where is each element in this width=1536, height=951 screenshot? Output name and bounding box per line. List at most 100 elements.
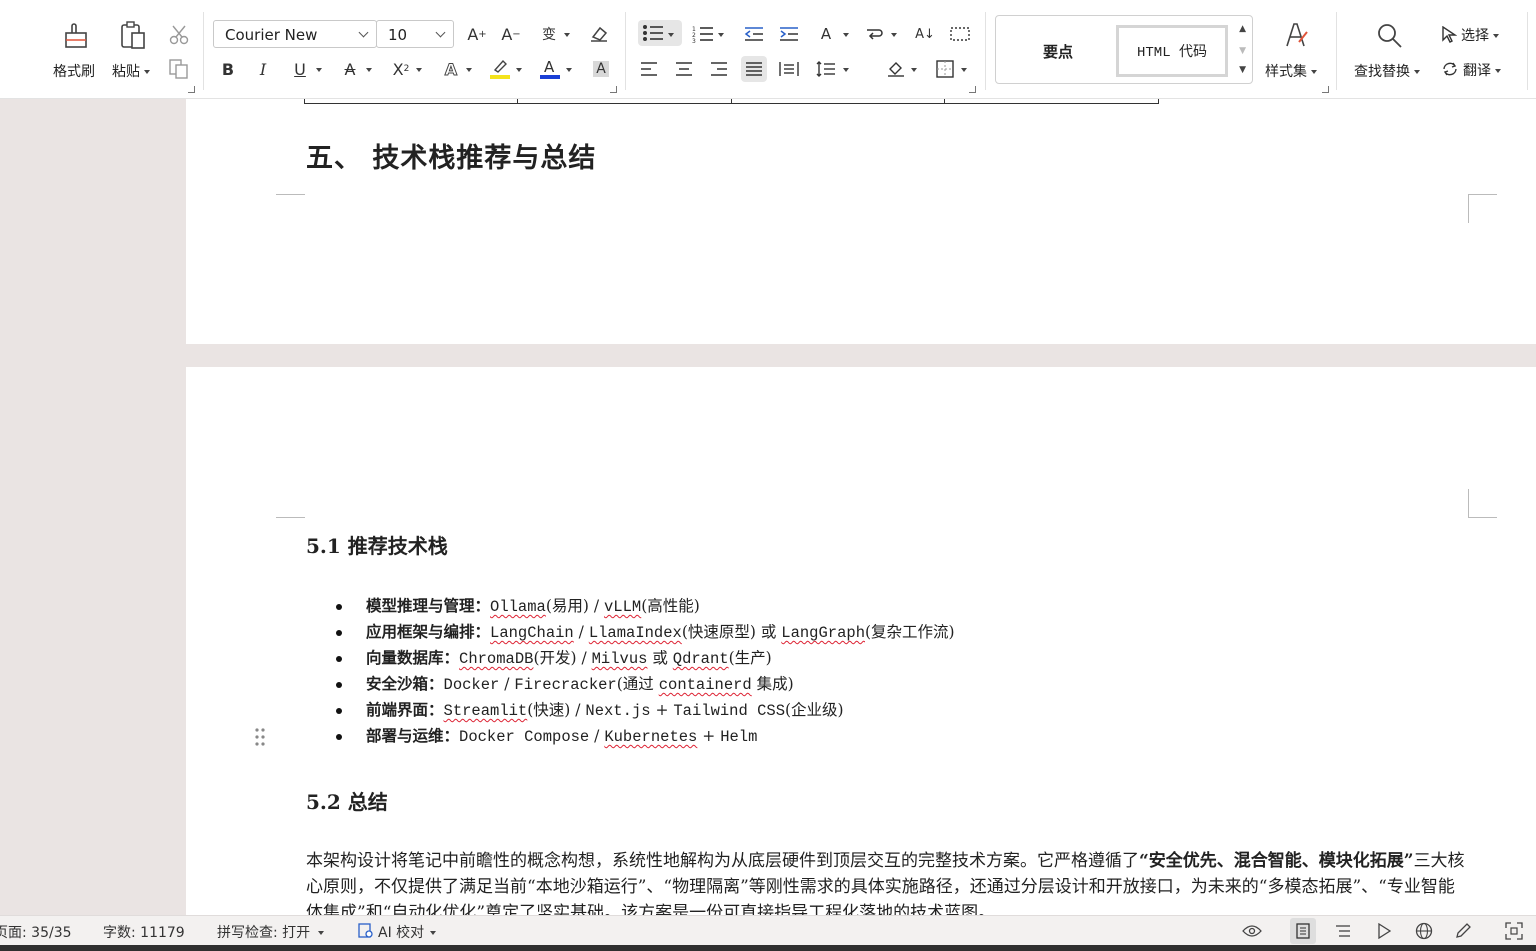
page-view-icon[interactable] [1290, 918, 1316, 944]
distributed-align-icon[interactable] [776, 56, 802, 82]
svg-text:3: 3 [692, 38, 696, 43]
eye-icon[interactable] [1241, 920, 1263, 942]
section-heading[interactable]: 五、 技术栈推荐与总结 [306, 136, 596, 175]
chevron-down-icon[interactable] [961, 68, 967, 72]
gallery-up-icon[interactable]: ▲ [1239, 24, 1246, 34]
chevron-down-icon[interactable] [718, 33, 724, 37]
chevron-down-icon[interactable] [466, 68, 472, 72]
char-shading-icon[interactable]: A [588, 56, 614, 82]
highlight-swatch [490, 75, 510, 79]
style-gallery: 要点 HTML 代码 ▲ ▼ ▼ [995, 15, 1253, 84]
chevron-down-icon[interactable] [564, 33, 570, 37]
grow-font-icon[interactable]: A + [464, 21, 490, 47]
paragraph-launcher-icon[interactable] [969, 86, 976, 93]
spell-check-toggle[interactable]: 拼写检查: 打开 [217, 922, 325, 942]
font-size-select[interactable]: 10 [376, 20, 454, 48]
outline-view-icon[interactable] [1332, 920, 1354, 942]
font-name-value: Courier New [225, 26, 318, 44]
style-set-label[interactable]: 样式集 [1265, 61, 1317, 81]
line-spacing-icon[interactable] [813, 56, 839, 82]
chevron-down-icon[interactable] [566, 68, 572, 72]
list-item[interactable]: 向量数据库：ChromaDB(开发) / Milvus 或 Qdrant(生产) [336, 646, 955, 672]
justify-icon[interactable] [741, 56, 767, 82]
play-icon[interactable] [1373, 920, 1395, 942]
bold-icon[interactable]: B [215, 56, 241, 82]
list-item[interactable]: 应用框架与编排：LangChain / LlamaIndex(快速原型) 或 L… [336, 620, 955, 646]
style-item-keypoint[interactable]: 要点 [1004, 25, 1112, 77]
sort-icon[interactable]: A↓ [912, 21, 938, 47]
superscript-icon[interactable]: X2 [388, 56, 414, 82]
chevron-down-icon[interactable] [843, 33, 849, 37]
text-direction-icon[interactable]: A [813, 21, 839, 47]
line-wrap-icon[interactable] [862, 21, 888, 47]
numbered-list-icon[interactable]: 123 [690, 21, 716, 47]
window-bottom-edge [0, 945, 1536, 951]
column-layout-icon[interactable] [947, 21, 973, 47]
list-item[interactable]: 部署与运维：Docker Compose / Kubernetes + Helm [336, 724, 955, 750]
ai-proofread-button[interactable]: AI 校对 [358, 922, 437, 943]
translate-button[interactable]: 翻译 [1441, 60, 1501, 82]
group-divider [985, 12, 986, 90]
highlight-icon[interactable] [487, 55, 513, 81]
align-right-icon[interactable] [706, 56, 732, 82]
list-item[interactable]: 安全沙箱：Docker / Firecracker(通过 containerd … [336, 672, 955, 698]
drag-handle-icon[interactable] [254, 727, 266, 747]
format-painter-icon[interactable] [60, 20, 92, 52]
strikethrough-icon[interactable]: A [337, 56, 363, 82]
pen-icon[interactable] [1452, 920, 1474, 942]
paste-label[interactable]: 粘贴 [112, 61, 150, 81]
margin-corner-mark [276, 489, 305, 518]
style-set-icon[interactable] [1280, 20, 1310, 50]
bullet-list-icon[interactable] [638, 20, 682, 46]
chevron-down-icon[interactable] [516, 68, 522, 72]
font-name-select[interactable]: Courier New [213, 20, 377, 48]
paste-icon[interactable] [117, 20, 149, 52]
font-launcher-icon[interactable] [610, 86, 617, 93]
tech-stack-list: 模型推理与管理：Ollama(易用) / vLLM(高性能) 应用框架与编排：L… [336, 594, 955, 750]
chevron-down-icon[interactable] [843, 68, 849, 72]
underline-icon[interactable]: U [287, 56, 313, 82]
style-item-html-code[interactable]: HTML 代码 [1116, 25, 1228, 77]
select-button[interactable]: 选择 [1441, 25, 1499, 47]
align-left-icon[interactable] [636, 56, 662, 82]
search-icon[interactable] [1374, 20, 1406, 52]
format-painter-label[interactable]: 格式刷 [53, 61, 95, 81]
word-count[interactable]: 字数: 11179 [103, 922, 185, 942]
chevron-down-icon[interactable] [891, 33, 897, 37]
list-item[interactable]: 模型推理与管理：Ollama(易用) / vLLM(高性能) [336, 594, 955, 620]
align-center-icon[interactable] [671, 56, 697, 82]
page-indicator[interactable]: 页面: 35/35 [0, 922, 72, 942]
decrease-indent-icon[interactable] [741, 21, 767, 47]
styles-launcher-icon[interactable] [1322, 86, 1329, 93]
status-bar: 页面: 35/35 字数: 11179 拼写检查: 打开 AI 校对 [0, 915, 1536, 945]
shading-fill-icon[interactable] [883, 56, 909, 82]
gallery-more-icon[interactable]: ▼ [1239, 65, 1246, 75]
heading-5-2[interactable]: 5.2 总结 [306, 786, 388, 815]
chevron-down-icon[interactable] [416, 68, 422, 72]
shrink-font-icon[interactable]: A − [498, 21, 524, 47]
find-replace-label[interactable]: 查找替换 [1354, 61, 1420, 81]
borders-icon[interactable] [932, 56, 958, 82]
italic-icon[interactable]: I [250, 56, 276, 82]
clipboard-launcher-icon[interactable] [188, 86, 195, 93]
text-effect-icon[interactable]: A [438, 56, 464, 82]
group-divider [203, 12, 204, 90]
heading-5-1[interactable]: 5.1 推荐技术栈 [306, 530, 448, 559]
font-color-icon[interactable]: A [537, 55, 563, 81]
chevron-down-icon[interactable] [911, 68, 917, 72]
chevron-down-icon[interactable] [668, 33, 674, 37]
fit-page-icon[interactable] [1503, 920, 1525, 942]
phonetic-guide-icon[interactable]: 变 [536, 21, 562, 47]
copy-icon[interactable] [166, 56, 192, 82]
cut-icon[interactable] [166, 22, 192, 48]
clear-format-icon[interactable] [586, 21, 612, 47]
gallery-down-icon[interactable]: ▼ [1239, 46, 1246, 56]
chevron-down-icon[interactable] [316, 68, 322, 72]
chevron-down-icon[interactable] [366, 68, 372, 72]
translate-icon [1441, 60, 1459, 82]
list-item[interactable]: 前端界面：Streamlit(快速) / Next.js + Tailwind … [336, 698, 955, 724]
table-bottom-edge [304, 99, 1159, 104]
web-view-icon[interactable] [1413, 920, 1435, 942]
increase-indent-icon[interactable] [776, 21, 802, 47]
chevron-down-icon [435, 27, 446, 38]
